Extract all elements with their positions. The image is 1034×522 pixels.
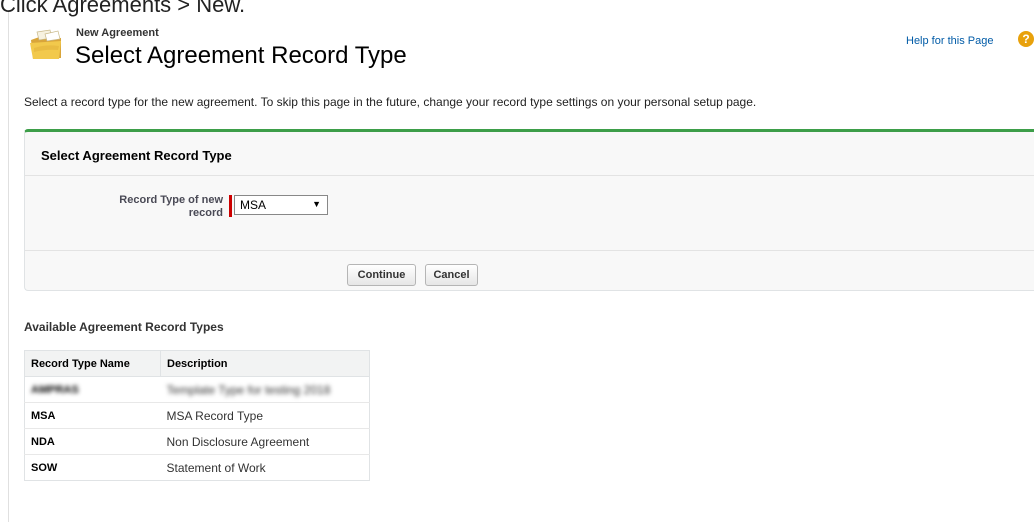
record-type-field-label: Record Type of new record (75, 194, 223, 220)
help-for-page-link[interactable]: Help for this Page (906, 35, 993, 47)
record-type-name: AMPRAS (24, 376, 161, 403)
help-icon[interactable]: ? (1018, 31, 1034, 47)
record-type-name: MSA (24, 402, 161, 429)
agreement-folder-icon (30, 29, 61, 59)
column-header-description: Description (160, 350, 370, 377)
table-header-row: Record Type Name Description (24, 350, 370, 377)
panel-divider (25, 175, 1034, 176)
record-type-description: MSA Record Type (160, 402, 370, 429)
page-title: Select Agreement Record Type (75, 42, 407, 69)
record-type-name: SOW (24, 454, 161, 481)
required-indicator (229, 195, 232, 217)
panel-divider (25, 250, 1034, 251)
field-label-line1: Record Type of new (119, 194, 223, 206)
column-header-name: Record Type Name (24, 350, 161, 377)
record-type-panel: Select Agreement Record Type Record Type… (24, 129, 1034, 291)
intro-text: Select a record type for the new agreeme… (24, 95, 757, 109)
record-type-name: NDA (24, 428, 161, 455)
record-type-description: Statement of Work (160, 454, 370, 481)
chevron-down-icon: ▼ (312, 199, 321, 209)
page-subtitle: New Agreement (76, 27, 159, 39)
table-row: MSA MSA Record Type (24, 402, 370, 429)
panel-title: Select Agreement Record Type (41, 148, 232, 163)
table-row: AMPRAS Template Type for testing 2018 (24, 376, 370, 403)
record-type-selected-value: MSA (240, 198, 267, 212)
record-type-select[interactable]: MSA ▼ (234, 195, 328, 215)
continue-button[interactable]: Continue (347, 264, 416, 286)
record-type-description: Template Type for testing 2018 (160, 376, 370, 403)
available-record-types-heading: Available Agreement Record Types (24, 320, 224, 334)
field-label-line2: record (188, 207, 223, 219)
table-row: NDA Non Disclosure Agreement (24, 428, 370, 455)
table-row: SOW Statement of Work (24, 454, 370, 481)
record-types-table: Record Type Name Description AMPRAS Temp… (24, 350, 370, 481)
record-type-description: Non Disclosure Agreement (160, 428, 370, 455)
cancel-button[interactable]: Cancel (425, 264, 478, 286)
